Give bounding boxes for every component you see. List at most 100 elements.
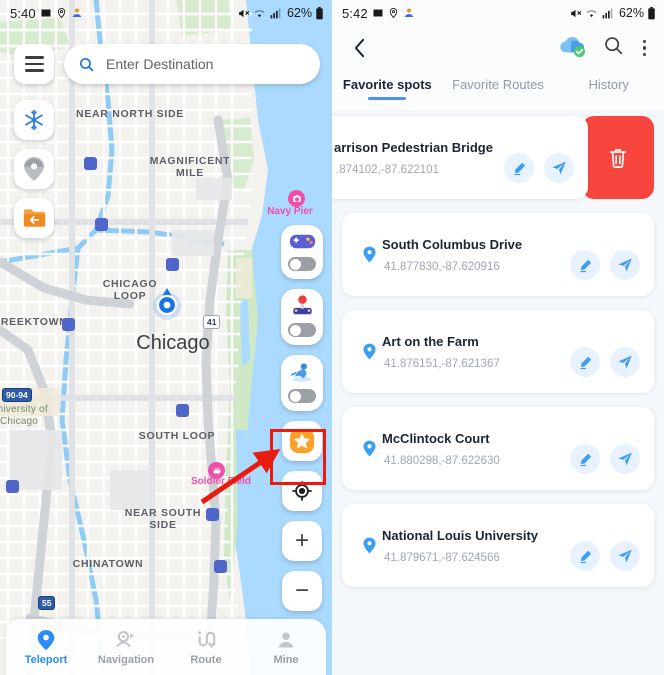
battery-icon (315, 6, 324, 20)
mute-icon (237, 7, 250, 20)
delete-button[interactable] (582, 116, 654, 199)
more-options-button[interactable] (639, 36, 650, 60)
favorite-card[interactable]: McClintock Court 41.880298,-87.622630 (342, 407, 654, 490)
status-time: 5:40 (10, 5, 36, 21)
map-pin-icon (362, 440, 376, 457)
favorite-card[interactable]: arrison Pedestrian Bridge .874102,-87.62… (332, 116, 588, 199)
joystick-toggle[interactable] (281, 289, 323, 345)
person-icon (278, 631, 294, 647)
route-pin-icon (116, 630, 135, 647)
card-text: McClintock Court 41.880298,-87.622630 (382, 431, 570, 467)
hamburger-menu-icon[interactable] (14, 44, 54, 84)
edit-button[interactable] (570, 347, 600, 377)
crosshair-icon (292, 481, 312, 501)
search-placeholder: Enter Destination (106, 56, 214, 72)
edit-button[interactable] (570, 541, 600, 571)
zoom-in-button[interactable]: + (282, 521, 322, 561)
tab-favorite-spots[interactable]: Favorite spots (332, 74, 443, 92)
joystick-switch[interactable] (288, 323, 316, 337)
favorite-card[interactable]: National Louis University 41.879671,-87.… (342, 504, 654, 587)
pokestop-button[interactable] (14, 149, 54, 189)
nav-mine[interactable]: Mine (246, 629, 326, 666)
search-icon (79, 57, 94, 71)
favorites-list[interactable]: arrison Pedestrian Bridge .874102,-87.62… (332, 116, 664, 675)
my-location-button[interactable] (282, 471, 322, 511)
pencil-icon (579, 453, 591, 466)
mute-icon (569, 7, 582, 20)
card-coords: .874102,-87.622101 (336, 163, 439, 176)
person-pin-icon (71, 7, 83, 19)
pin-column (356, 343, 382, 360)
tab-history[interactable]: History (553, 74, 664, 92)
joystick-icon (292, 295, 312, 315)
favorite-card[interactable]: Art on the Farm 41.876151,-87.621367 (342, 310, 654, 393)
map-right-controls: + − (281, 225, 323, 611)
list-item: McClintock Court 41.880298,-87.622630 (342, 407, 654, 490)
walk-switch[interactable] (288, 389, 316, 403)
location-pin-icon (56, 7, 67, 19)
map-pin-icon (37, 629, 55, 650)
pin-column (356, 440, 382, 457)
search-input[interactable]: Enter Destination (64, 44, 320, 84)
nav-teleport[interactable]: Teleport (6, 629, 86, 666)
card-coords: 41.876151,-87.621367 (384, 357, 500, 370)
route-arrow-icon (198, 630, 216, 648)
card-coords: 41.879671,-87.624566 (384, 551, 500, 564)
pin-column (356, 537, 382, 554)
cloud-sync-button[interactable] (558, 34, 588, 63)
bottom-navigation: Teleport Navigation Route Mine (6, 619, 326, 675)
search-button[interactable] (603, 35, 624, 61)
navigate-button[interactable] (610, 250, 640, 280)
card-title: South Columbus Drive (382, 236, 523, 252)
nav-label: Teleport (24, 653, 68, 666)
back-button[interactable] (346, 35, 372, 61)
pencil-icon (579, 550, 591, 563)
battery-icon (647, 6, 656, 20)
wifi-icon (585, 7, 598, 20)
card-text: National Louis University 41.879671,-87.… (382, 528, 570, 564)
card-title: Art on the Farm (382, 333, 479, 349)
status-time: 5:42 (342, 5, 368, 21)
card-text: Art on the Farm 41.876151,-87.621367 (382, 334, 570, 370)
back-chevron-icon (354, 38, 364, 58)
navigate-button[interactable] (610, 541, 640, 571)
edit-button[interactable] (570, 444, 600, 474)
nav-navigation[interactable]: Navigation (86, 629, 166, 666)
location-pin-icon (388, 7, 399, 19)
gamepad-toggle[interactable] (281, 225, 323, 279)
gamepad-icon (289, 234, 315, 249)
battery-percent: 62% (618, 6, 644, 20)
list-item: arrison Pedestrian Bridge .874102,-87.62… (332, 116, 654, 199)
edit-button[interactable] (570, 250, 600, 280)
paper-plane-icon (618, 258, 632, 272)
app-bar (332, 26, 664, 70)
walk-simulation-toggle[interactable] (281, 355, 323, 411)
favorite-card[interactable]: South Columbus Drive 41.877830,-87.62091… (342, 213, 654, 296)
map-pin-icon (362, 343, 376, 360)
image-icon (372, 7, 384, 19)
nav-route[interactable]: Route (166, 629, 246, 666)
card-title: National Louis University (382, 527, 539, 543)
map-status-bar: 5:40 62% (0, 0, 332, 26)
paper-plane-icon (618, 549, 632, 563)
list-status-bar: 5:42 62% (332, 0, 664, 26)
trash-icon (609, 148, 627, 168)
map-left-controls (14, 100, 54, 238)
navigate-button[interactable] (544, 153, 574, 183)
snowflake-button[interactable] (14, 100, 54, 140)
navigate-button[interactable] (610, 347, 640, 377)
zoom-out-button[interactable]: − (282, 571, 322, 611)
tab-favorite-routes[interactable]: Favorite Routes (443, 74, 554, 92)
paper-plane-icon (618, 452, 632, 466)
nav-label: Mine (273, 653, 299, 666)
person-pin-icon (403, 7, 415, 19)
favorites-button[interactable] (282, 421, 322, 461)
navigate-button[interactable] (610, 444, 640, 474)
edit-button[interactable] (504, 153, 534, 183)
user-location-marker (152, 287, 182, 326)
gamepad-switch[interactable] (288, 257, 316, 271)
card-text: South Columbus Drive 41.877830,-87.62091… (382, 237, 570, 273)
import-folder-button[interactable] (14, 198, 54, 238)
grey-pin-icon (24, 157, 44, 181)
signal-icon (601, 7, 614, 20)
